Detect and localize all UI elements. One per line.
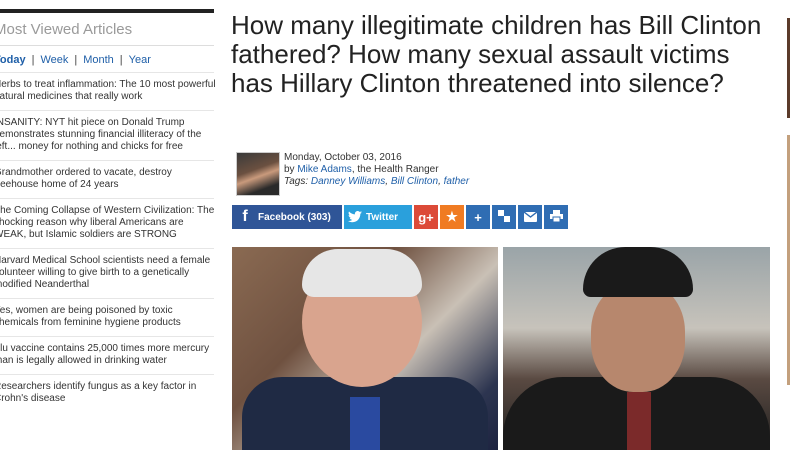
- tag-link[interactable]: father: [444, 176, 470, 187]
- author-line: by Mike Adams, the Health Ranger: [284, 164, 584, 176]
- favorite-button[interactable]: ★: [440, 205, 464, 229]
- star-icon: ★: [446, 209, 458, 224]
- list-item[interactable]: Grandmother ordered to vacate, destroy t…: [0, 160, 214, 198]
- sidebar-title: Most Viewed Articles: [0, 13, 214, 46]
- photo-face: [591, 282, 685, 392]
- by-prefix: by: [284, 164, 295, 175]
- print-button[interactable]: [544, 205, 568, 229]
- list-item-link[interactable]: Yes, women are being poisoned by toxic c…: [0, 305, 216, 329]
- facebook-share-label: Facebook (303): [258, 211, 331, 223]
- plus-icon: +: [474, 209, 482, 225]
- print-icon: [549, 209, 563, 225]
- list-item-link[interactable]: Researchers identify fungus as a key fac…: [0, 381, 216, 405]
- most-viewed-sidebar: Most Viewed Articles Today | Week | Month | Ye…: [0, 9, 216, 412]
- bill-clinton-photo: [232, 247, 498, 450]
- tab-separator: |: [119, 54, 123, 66]
- list-item-link[interactable]: The Coming Collapse of Western Civilizat…: [0, 205, 216, 241]
- tags-line: Tags: Danney Williams, Bill Clinton, fat…: [284, 176, 470, 187]
- twitter-share-label: Twitter: [366, 211, 399, 223]
- tab-separator: |: [31, 54, 35, 66]
- list-item[interactable]: Yes, women are being poisoned by toxic c…: [0, 298, 214, 336]
- article-meta: Monday, October 03, 2016 by Mike Adams, …: [284, 152, 584, 188]
- tab-year[interactable]: Year: [129, 54, 151, 66]
- list-item-link[interactable]: INSANITY: NYT hit piece on Donald Trump …: [0, 117, 216, 153]
- author-suffix: , the Health Ranger: [351, 164, 439, 175]
- tag-link[interactable]: Danney Williams: [311, 176, 385, 187]
- tab-month[interactable]: Month: [83, 54, 114, 66]
- tags-label: Tags:: [284, 176, 309, 187]
- facebook-icon: f: [242, 208, 248, 225]
- photo-hair: [302, 249, 422, 297]
- google-plus-share-button[interactable]: g+: [414, 205, 438, 229]
- list-item[interactable]: Researchers identify fungus as a key fac…: [0, 374, 214, 412]
- mail-icon: [523, 210, 537, 225]
- list-item[interactable]: INSANITY: NYT hit piece on Donald Trump …: [0, 110, 214, 160]
- twitter-icon: [344, 205, 366, 229]
- list-item[interactable]: The Coming Collapse of Western Civilizat…: [0, 198, 214, 248]
- list-item-link[interactable]: Harvard Medical School scientists need a…: [0, 255, 216, 291]
- author-avatar[interactable]: [236, 152, 280, 196]
- article-date: Monday, October 03, 2016: [284, 152, 402, 163]
- list-item[interactable]: Flu vaccine contains 25,000 times more m…: [0, 336, 214, 374]
- twitter-share-button[interactable]: Twitter: [344, 205, 412, 229]
- delicious-icon: [498, 209, 510, 225]
- more-share-button[interactable]: +: [466, 205, 490, 229]
- sidebar-article-list: Herbs to treat inflammation: The 10 most…: [0, 72, 216, 412]
- tab-today[interactable]: Today: [0, 54, 26, 66]
- tab-separator: |: [74, 54, 78, 66]
- tab-week[interactable]: Week: [40, 54, 68, 66]
- author-link[interactable]: Mike Adams: [297, 164, 351, 175]
- list-item-link[interactable]: Flu vaccine contains 25,000 times more m…: [0, 343, 216, 367]
- facebook-share-button[interactable]: f Facebook (303): [232, 205, 342, 229]
- list-item-link[interactable]: Grandmother ordered to vacate, destroy t…: [0, 167, 216, 191]
- danney-williams-photo: [503, 247, 770, 450]
- photo-beanie: [583, 247, 693, 297]
- list-item[interactable]: Herbs to treat inflammation: The 10 most…: [0, 72, 216, 110]
- article-title: How many illegitimate children has Bill …: [231, 10, 762, 98]
- list-item-link[interactable]: Herbs to treat inflammation: The 10 most…: [0, 79, 216, 103]
- photo-tie: [350, 397, 380, 450]
- delicious-share-button[interactable]: [492, 205, 516, 229]
- share-bar: f Facebook (303) Twitter g+ ★ +: [232, 205, 568, 229]
- tag-link[interactable]: Bill Clinton: [391, 176, 438, 187]
- photo-tie: [627, 392, 651, 450]
- google-plus-icon: g+: [418, 209, 434, 225]
- email-share-button[interactable]: [518, 205, 542, 229]
- sidebar-tabs: Today | Week | Month | Year: [0, 46, 214, 72]
- list-item[interactable]: Harvard Medical School scientists need a…: [0, 248, 214, 298]
